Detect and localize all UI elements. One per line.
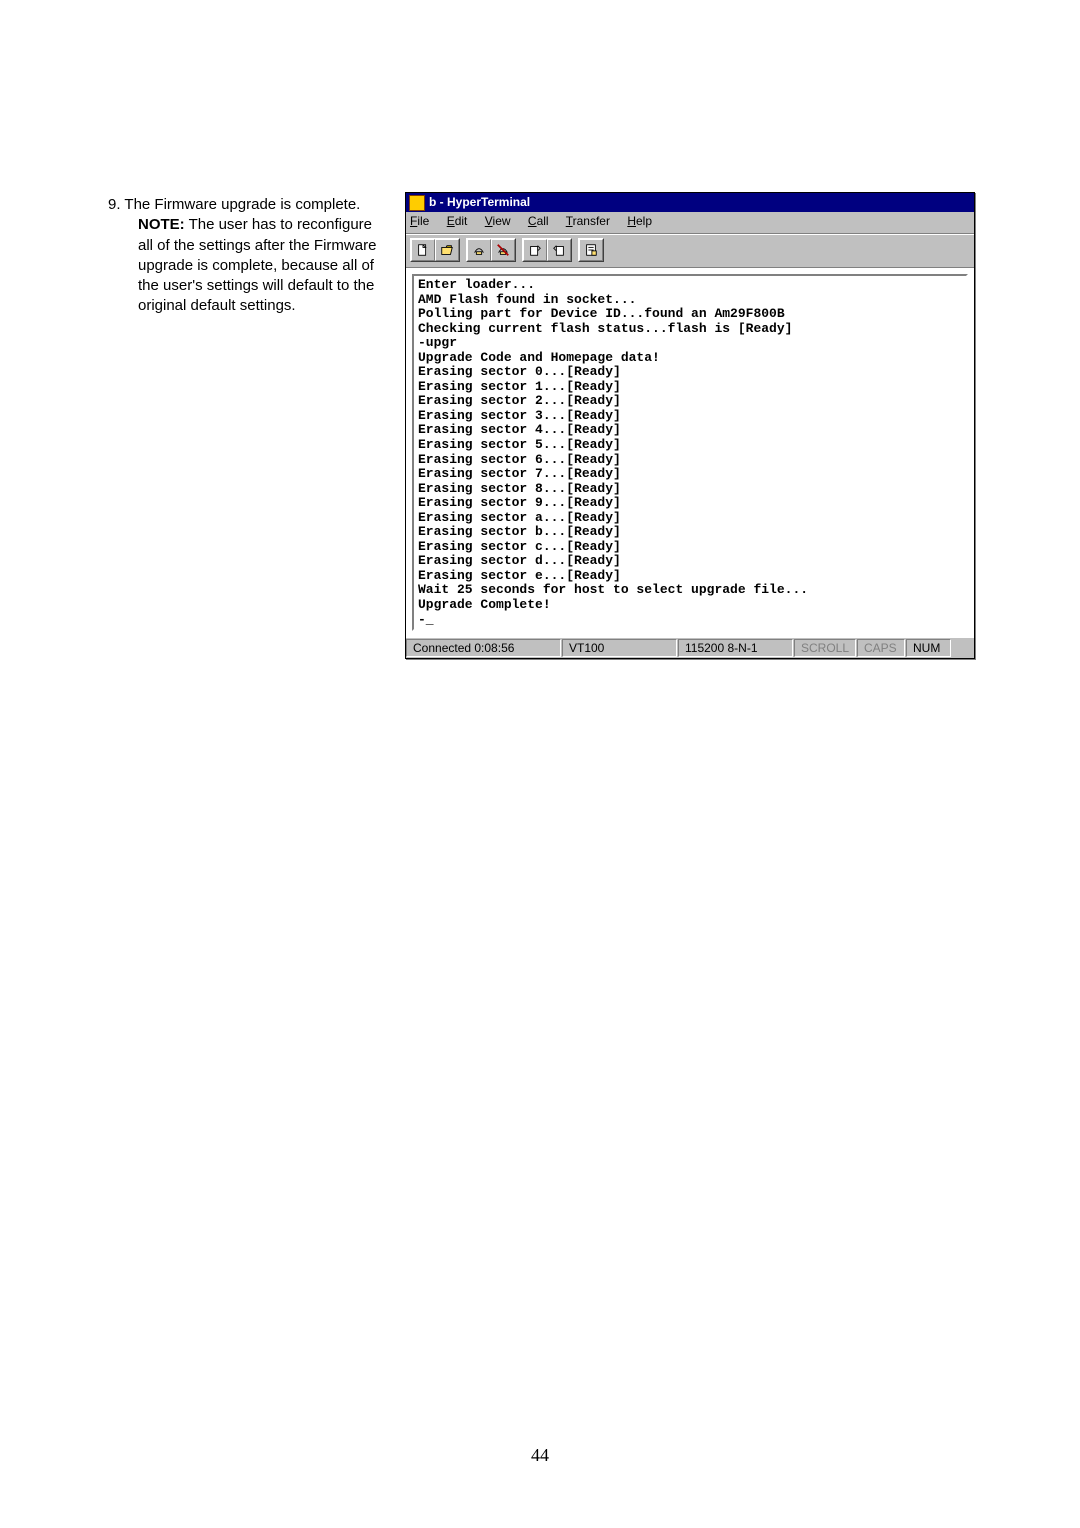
hyperterminal-window: b - HyperTerminal File Edit View Call Tr… [405,192,975,659]
connect-icon[interactable] [467,239,491,261]
disconnect-icon[interactable] [491,239,515,261]
status-connected: Connected 0:08:56 [406,639,561,657]
menu-transfer[interactable]: Transfer [566,214,610,228]
window-title: b - HyperTerminal [429,193,530,212]
receive-icon[interactable] [547,239,571,261]
page-number: 44 [0,1445,1080,1466]
statusbar: Connected 0:08:56 VT100 115200 8-N-1 SCR… [406,637,974,658]
status-caps: CAPS [857,639,905,657]
note-block: NOTE: The user has to reconfigure all of… [108,215,383,316]
step-text: 9. The Firmware upgrade is complete. [108,195,383,215]
toolbar [406,234,974,268]
open-file-icon[interactable] [435,239,459,261]
menu-view[interactable]: View [485,214,511,228]
titlebar[interactable]: b - HyperTerminal [406,193,974,212]
instruction-column: 9. The Firmware upgrade is complete. NOT… [108,195,383,317]
toolbar-group-call [466,238,516,262]
new-file-icon[interactable] [411,239,435,261]
step-number: 9. [108,196,121,213]
toolbar-group-file [410,238,460,262]
status-scroll: SCROLL [794,639,856,657]
menu-edit[interactable]: Edit [447,214,468,228]
menubar: File Edit View Call Transfer Help [406,212,974,234]
status-baud: 115200 8-N-1 [678,639,793,657]
console-area: Enter loader... AMD Flash found in socke… [406,268,974,637]
page: 9. The Firmware upgrade is complete. NOT… [0,0,1080,1528]
menu-call[interactable]: Call [528,214,549,228]
note-lead: NOTE: [138,216,185,233]
menu-help[interactable]: Help [627,214,652,228]
properties-icon[interactable] [579,239,603,261]
send-icon[interactable] [523,239,547,261]
step-body: The Firmware upgrade is complete. [124,196,360,213]
status-num: NUM [906,639,951,657]
console-output[interactable]: Enter loader... AMD Flash found in socke… [412,274,968,631]
menu-file[interactable]: File [410,214,429,228]
app-icon [409,195,425,211]
toolbar-group-transfer [522,238,572,262]
toolbar-group-props [578,238,604,262]
status-vt: VT100 [562,639,677,657]
